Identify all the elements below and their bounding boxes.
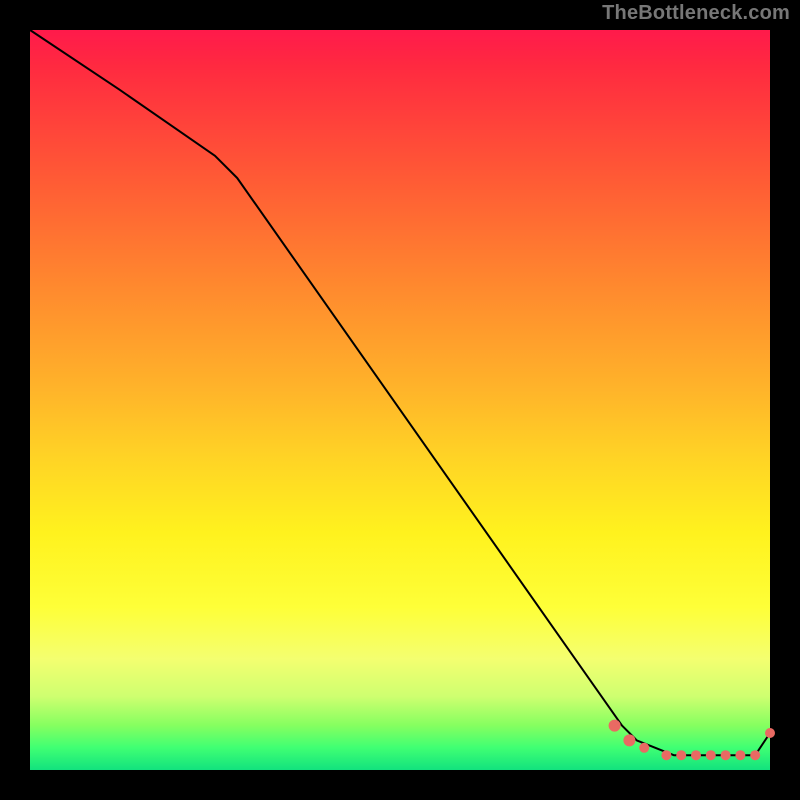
marker-point xyxy=(750,750,760,760)
marker-point xyxy=(639,743,649,753)
marker-point xyxy=(609,720,621,732)
marker-point xyxy=(661,750,671,760)
marker-point xyxy=(765,728,775,738)
marker-point xyxy=(623,734,635,746)
marker-point xyxy=(676,750,686,760)
chart-container: TheBottleneck.com xyxy=(0,0,800,800)
marker-point xyxy=(721,750,731,760)
attribution-label: TheBottleneck.com xyxy=(602,2,790,25)
markers-group xyxy=(609,720,775,761)
marker-point xyxy=(735,750,745,760)
marker-point xyxy=(706,750,716,760)
chart-overlay xyxy=(30,30,770,770)
curve-line xyxy=(30,30,770,755)
marker-point xyxy=(691,750,701,760)
